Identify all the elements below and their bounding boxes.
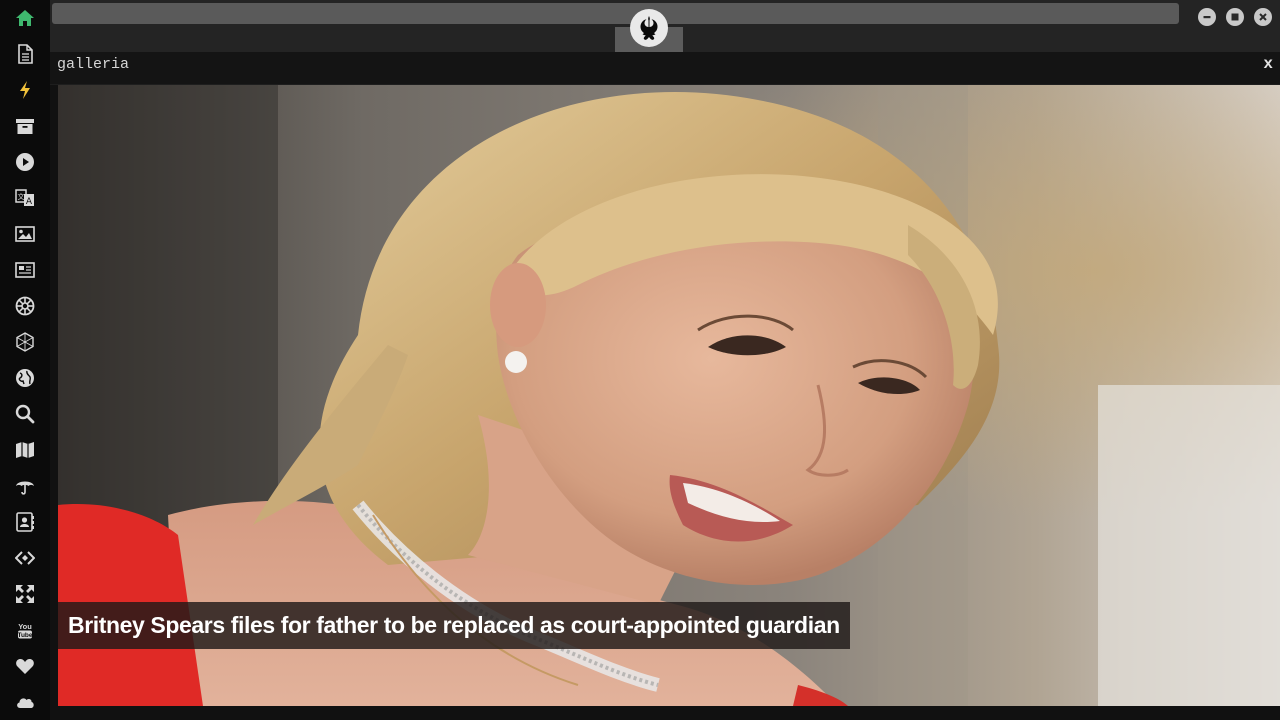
play-icon bbox=[16, 153, 34, 171]
sidebar-item-globe[interactable] bbox=[12, 365, 38, 391]
svg-text:A: A bbox=[26, 197, 33, 207]
sidebar-item-search[interactable] bbox=[12, 401, 38, 427]
sidebar-item-network[interactable] bbox=[12, 329, 38, 355]
lightning-icon bbox=[20, 81, 30, 99]
sidebar-item-documents[interactable] bbox=[12, 41, 38, 67]
archive-icon bbox=[16, 119, 34, 134]
hexagon-network-icon bbox=[16, 332, 34, 352]
caption-text: Britney Spears files for father to be re… bbox=[68, 612, 840, 638]
rebel-alliance-icon[interactable] bbox=[630, 9, 668, 47]
map-icon bbox=[16, 442, 34, 458]
sidebar-item-code[interactable] bbox=[12, 545, 38, 571]
close-icon bbox=[1259, 13, 1267, 21]
bottom-strip bbox=[50, 706, 1280, 720]
expand-icon bbox=[16, 585, 34, 603]
sidebar-item-contacts[interactable] bbox=[12, 509, 38, 535]
sidebar-item-weather[interactable] bbox=[12, 473, 38, 499]
contacts-icon bbox=[16, 512, 34, 532]
youtube-icon: YouTube bbox=[17, 622, 32, 639]
sidebar-item-home[interactable] bbox=[12, 5, 38, 31]
umbrella-icon bbox=[16, 481, 34, 495]
minimize-icon bbox=[1203, 16, 1211, 19]
sidebar-item-map[interactable] bbox=[12, 437, 38, 463]
home-icon bbox=[16, 10, 34, 26]
close-window-button[interactable] bbox=[1254, 8, 1272, 26]
drag-handle-bar[interactable] bbox=[52, 3, 1179, 24]
sidebar-item-news[interactable] bbox=[12, 257, 38, 283]
sidebar-item-favorites[interactable] bbox=[12, 653, 38, 679]
image-icon bbox=[15, 226, 35, 242]
minimize-button[interactable] bbox=[1198, 8, 1216, 26]
maximize-icon bbox=[1231, 13, 1239, 21]
svg-text:Tube: Tube bbox=[17, 632, 32, 639]
maximize-button[interactable] bbox=[1226, 8, 1244, 26]
sidebar-item-translate[interactable]: A文 bbox=[12, 185, 38, 211]
sidebar-item-video[interactable] bbox=[12, 149, 38, 175]
newspaper-icon bbox=[15, 262, 35, 278]
title-bar bbox=[50, 0, 1280, 52]
globe-icon bbox=[16, 369, 34, 387]
cloud-icon bbox=[17, 698, 34, 708]
photo-caption: Britney Spears files for father to be re… bbox=[58, 602, 850, 649]
sidebar-item-cloud[interactable] bbox=[12, 689, 38, 715]
svg-text:文: 文 bbox=[18, 192, 25, 201]
gallery-header: galleria x bbox=[50, 52, 1280, 85]
gallery-close-button[interactable]: x bbox=[1263, 55, 1273, 73]
document-icon bbox=[18, 44, 33, 64]
sidebar-item-flash[interactable] bbox=[12, 77, 38, 103]
sidebar-item-fullscreen[interactable] bbox=[12, 581, 38, 607]
translate-icon: A文 bbox=[15, 189, 34, 207]
sidebar-item-archive[interactable] bbox=[12, 113, 38, 139]
sidebar-item-images[interactable] bbox=[12, 221, 38, 247]
gallery-title: galleria bbox=[57, 56, 130, 73]
sidebar: A文 You Tube bbox=[0, 0, 50, 720]
search-icon bbox=[15, 404, 35, 424]
heart-icon bbox=[16, 659, 34, 674]
sidebar-item-empire[interactable] bbox=[12, 293, 38, 319]
galactic-empire-icon bbox=[15, 296, 35, 316]
svg-text:You: You bbox=[18, 622, 32, 631]
code-icon bbox=[15, 551, 35, 565]
sidebar-item-youtube[interactable]: You Tube bbox=[12, 617, 38, 643]
